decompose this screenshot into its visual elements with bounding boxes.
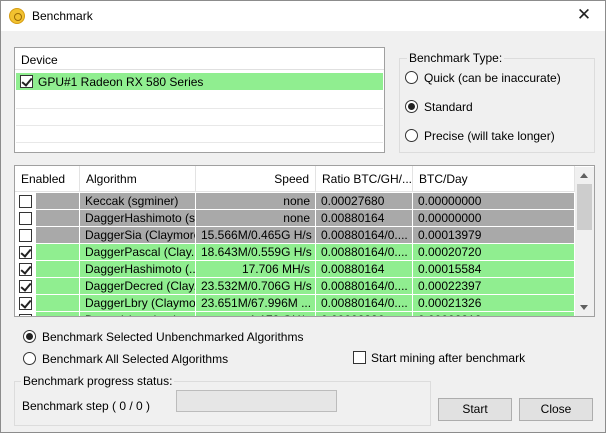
window-title: Benchmark xyxy=(32,9,93,23)
title-bar: Benchmark ✕ xyxy=(1,1,605,31)
row-algorithm-cell: DaggerLbry (Claymo... xyxy=(80,295,196,312)
row-speed-cell: 18.643M/0.559G H/s xyxy=(196,244,316,261)
precise-radio[interactable] xyxy=(405,129,418,142)
device-row[interactable]: GPU#1 Radeon RX 580 Series xyxy=(16,73,383,90)
divider xyxy=(16,108,383,109)
row-enabled-cell xyxy=(15,278,36,295)
row-speed-cell: 23.651M/67.996M ... xyxy=(196,295,316,312)
scroll-down-icon[interactable] xyxy=(580,305,588,310)
row-btc-day-cell: 0.00002812 xyxy=(413,312,575,316)
precise-label[interactable]: Precise (will take longer) xyxy=(424,129,555,143)
row-spacer-cell xyxy=(36,312,80,316)
row-spacer-cell xyxy=(36,244,80,261)
row-spacer-cell xyxy=(36,278,80,295)
benchmark-unbenchmarked-radio[interactable] xyxy=(23,330,36,343)
column-header-speed[interactable]: Speed xyxy=(196,166,316,192)
benchmark-all-radio[interactable] xyxy=(23,352,36,365)
row-ratio-cell: 0.00880164/0.... xyxy=(316,278,413,295)
standard-radio[interactable] xyxy=(405,100,418,113)
row-speed-cell: 1.178 GH/s xyxy=(196,312,316,316)
scroll-thumb[interactable] xyxy=(577,184,592,230)
row-spacer-cell xyxy=(36,295,80,312)
row-algorithm-cell: DaggerDecred (Clay... xyxy=(80,278,196,295)
algorithm-enabled-checkbox[interactable] xyxy=(19,297,32,310)
column-header-ratio[interactable]: Ratio BTC/GH/... xyxy=(316,166,413,192)
column-header-algorithm[interactable]: Algorithm xyxy=(80,166,196,192)
row-enabled-cell xyxy=(15,193,36,210)
row-enabled-cell xyxy=(15,227,36,244)
row-ratio-cell: 0.00027680 xyxy=(316,193,413,210)
row-speed-cell: none xyxy=(196,193,316,210)
row-algorithm-cell: DaggerHashimoto (... xyxy=(80,261,196,278)
standard-label[interactable]: Standard xyxy=(424,100,473,114)
row-ratio-cell: 0.00880164/0.... xyxy=(316,295,413,312)
progress-status-label: Benchmark progress status: xyxy=(21,374,175,388)
row-speed-cell: none xyxy=(196,210,316,227)
row-spacer-cell xyxy=(36,193,80,210)
row-ratio-cell: 0.00880164/0.... xyxy=(316,227,413,244)
row-speed-cell: 23.532M/0.706G H/s xyxy=(196,278,316,295)
row-btc-day-cell: 0.00000000 xyxy=(413,210,575,227)
row-btc-day-cell: 0.00000000 xyxy=(413,193,575,210)
algorithm-enabled-checkbox[interactable] xyxy=(19,314,32,316)
row-speed-cell: 15.566M/0.465G H/s xyxy=(196,227,316,244)
divider xyxy=(16,142,383,143)
row-ratio-cell: 0.00880164 xyxy=(316,210,413,227)
row-spacer-cell xyxy=(36,210,80,227)
scroll-up-icon[interactable] xyxy=(580,173,588,178)
start-button[interactable]: Start xyxy=(438,398,512,421)
device-checkbox[interactable] xyxy=(20,75,33,88)
row-btc-day-cell: 0.00021326 xyxy=(413,295,575,312)
algorithm-table[interactable]: Enabled Algorithm Speed Ratio BTC/GH/...… xyxy=(14,165,595,317)
algorithm-enabled-checkbox[interactable] xyxy=(19,246,32,259)
algorithm-enabled-checkbox[interactable] xyxy=(19,263,32,276)
algorithm-enabled-checkbox[interactable] xyxy=(19,212,32,225)
quick-radio[interactable] xyxy=(405,71,418,84)
divider xyxy=(16,125,383,126)
close-window-icon[interactable]: ✕ xyxy=(569,4,599,28)
device-list[interactable]: Device GPU#1 Radeon RX 580 Series xyxy=(14,47,385,153)
row-algorithm-cell: DaggerSia (Claymore) xyxy=(80,227,196,244)
benchmark-unbenchmarked-label[interactable]: Benchmark Selected Unbenchmarked Algorit… xyxy=(42,330,303,344)
device-column-header: Device xyxy=(15,48,384,70)
row-btc-day-cell: 0.00015584 xyxy=(413,261,575,278)
algorithm-enabled-checkbox[interactable] xyxy=(19,229,32,242)
quick-label[interactable]: Quick (can be inaccurate) xyxy=(424,71,561,85)
device-name: GPU#1 Radeon RX 580 Series xyxy=(38,75,204,89)
row-btc-day-cell: 0.00013979 xyxy=(413,227,575,244)
row-btc-day-cell: 0.00020720 xyxy=(413,244,575,261)
row-speed-cell: 17.706 MH/s xyxy=(196,261,316,278)
benchmark-type-label: Benchmark Type: xyxy=(407,51,505,65)
row-algorithm-cell: Keccak (sgminer) xyxy=(80,193,196,210)
row-ratio-cell: 0.00880164 xyxy=(316,261,413,278)
start-button-label: Start xyxy=(462,402,488,416)
close-button[interactable]: Close xyxy=(519,398,593,421)
row-enabled-cell xyxy=(15,312,36,316)
row-btc-day-cell: 0.00022397 xyxy=(413,278,575,295)
close-button-label: Close xyxy=(540,402,572,416)
row-ratio-cell: 0.00880164/0.... xyxy=(316,244,413,261)
row-enabled-cell xyxy=(15,261,36,278)
app-icon xyxy=(9,8,25,24)
row-spacer-cell xyxy=(36,261,80,278)
row-algorithm-cell: DaggerPascal (Clay... xyxy=(80,244,196,261)
row-enabled-cell xyxy=(15,244,36,261)
progress-bar xyxy=(176,390,337,412)
row-enabled-cell xyxy=(15,295,36,312)
column-header-enabled[interactable]: Enabled xyxy=(15,166,80,192)
row-ratio-cell: 0.00002386 xyxy=(316,312,413,316)
row-spacer-cell xyxy=(36,227,80,244)
table-scrollbar[interactable] xyxy=(575,167,594,316)
benchmark-step-label: Benchmark step ( 0 / 0 ) xyxy=(22,399,151,413)
benchmark-all-label[interactable]: Benchmark All Selected Algorithms xyxy=(42,352,228,366)
start-mining-checkbox[interactable] xyxy=(353,351,366,364)
row-algorithm-cell: Decred (sgminer) xyxy=(80,312,196,316)
row-enabled-cell xyxy=(15,210,36,227)
benchmark-window: Benchmark ✕ Device GPU#1 Radeon RX 580 S… xyxy=(0,0,606,433)
algorithm-enabled-checkbox[interactable] xyxy=(19,195,32,208)
algorithm-enabled-checkbox[interactable] xyxy=(19,280,32,293)
row-algorithm-cell: DaggerHashimoto (s... xyxy=(80,210,196,227)
start-mining-label[interactable]: Start mining after benchmark xyxy=(371,351,525,365)
column-header-btc-day[interactable]: BTC/Day xyxy=(413,166,575,192)
